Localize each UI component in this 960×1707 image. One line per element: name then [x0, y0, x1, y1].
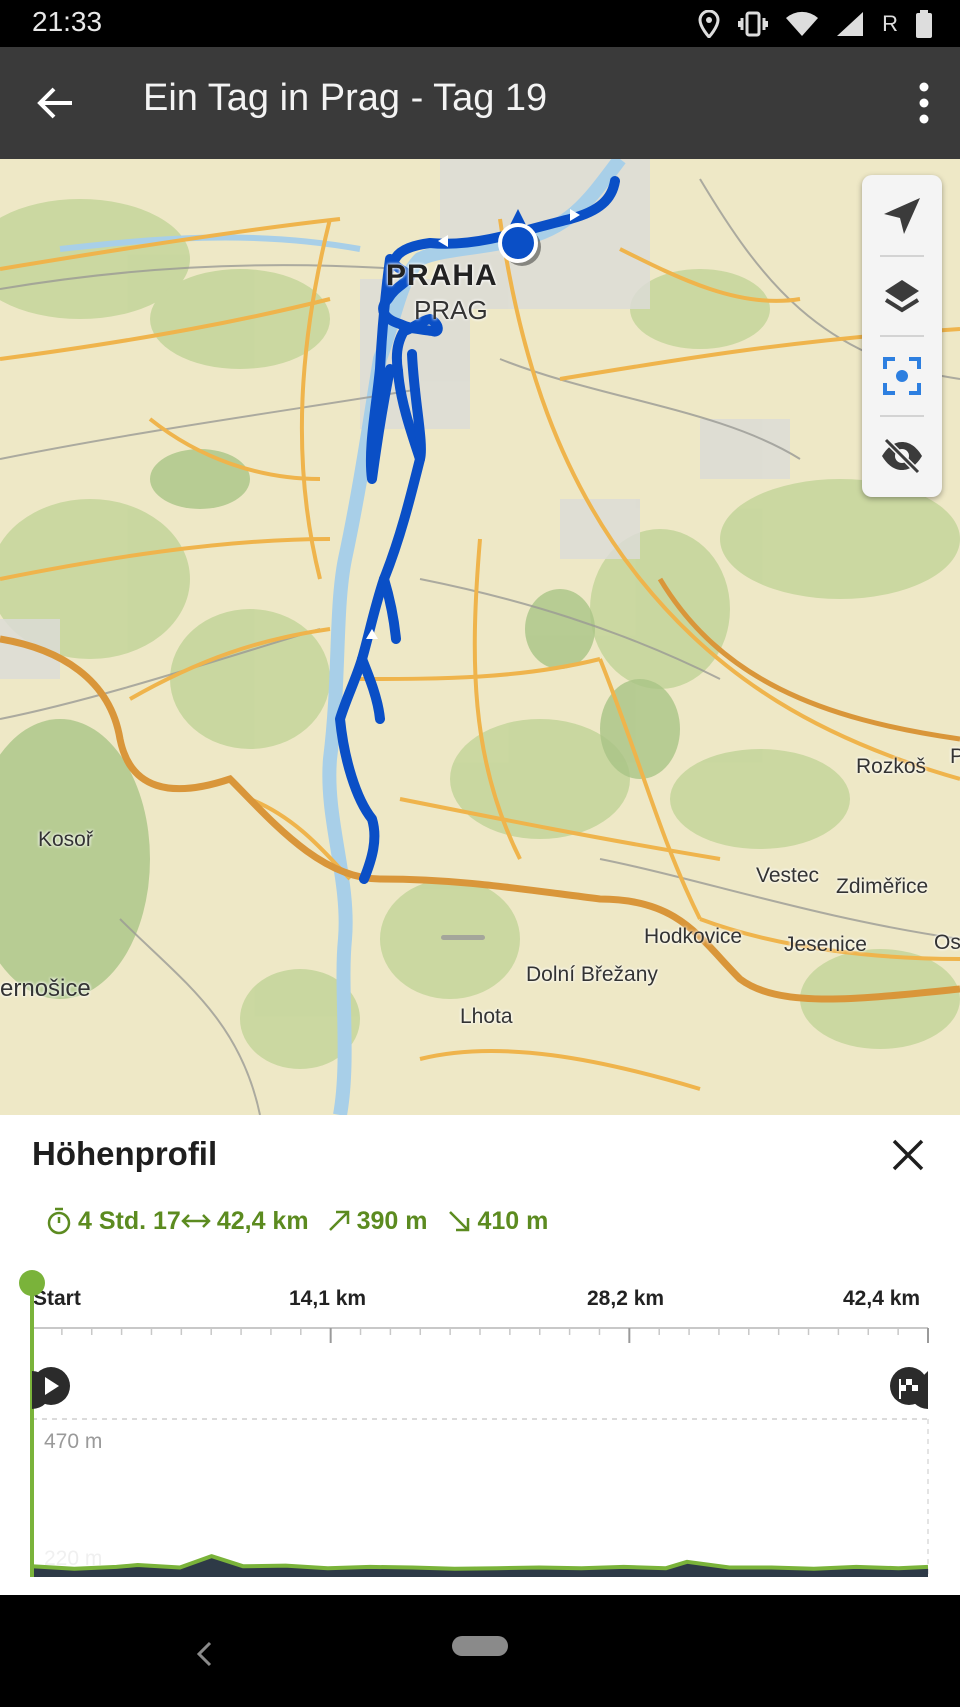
more-vertical-icon[interactable] — [914, 81, 934, 125]
map-controls — [862, 175, 942, 497]
map-label-vestec: Vestec — [756, 864, 820, 887]
app-bar: Ein Tag in Prag - Tag 19 — [0, 47, 960, 159]
layers-icon — [884, 280, 920, 313]
focus-route-button[interactable] — [862, 336, 942, 416]
focus-route-icon — [883, 357, 921, 395]
tour-stats: 4 Std. 17 42,4 km 390 m 410 m — [46, 1201, 548, 1241]
ascent-arrow-icon — [328, 1210, 349, 1231]
map-label-jesenice: Jesenice — [784, 933, 867, 956]
wifi-icon — [786, 11, 819, 36]
status-time: 21:33 — [32, 6, 103, 37]
status-icons: R — [698, 8, 932, 40]
location-icon — [698, 10, 720, 38]
map-label-zdimerice: Zdiměřice — [836, 875, 929, 898]
map-label-prag: PRAG — [414, 295, 488, 325]
distance-value: 42,4 km — [216, 1206, 309, 1235]
y-min-label: 220 m — [44, 1547, 103, 1570]
x-axis-ticks — [31, 1328, 929, 1343]
elevation-panel: Höhenprofil 4 Std. 17 42,4 km 390 m 410 … — [0, 1115, 960, 1595]
descent-stat: 410 m — [447, 1207, 548, 1236]
y-max-label: 470 m — [44, 1430, 103, 1453]
hide-button[interactable] — [862, 416, 942, 496]
map-label-dolni-brezany: Dolní Břežany — [526, 963, 658, 986]
layers-button[interactable] — [862, 256, 942, 336]
map-view[interactable]: PRAHA PRAG Rozkoš P Kosoř Vestec Zdiměři… — [0, 159, 960, 1115]
duration-value: 4 Std. 17 — [78, 1206, 181, 1235]
map-label-rozkos: Rozkoš — [856, 755, 927, 778]
status-bar: 21:33 R — [0, 0, 960, 47]
map-label-hodkovice: Hodkovice — [644, 925, 743, 948]
cell-signal-icon — [837, 12, 864, 36]
page-title: Ein Tag in Prag - Tag 19 — [143, 77, 548, 119]
map-label-cernosice: ernošice — [0, 975, 91, 1002]
elevation-line — [31, 1554, 929, 1571]
descent-value: 410 m — [477, 1206, 549, 1235]
system-nav-bar — [0, 1595, 960, 1707]
start-flag-icon — [32, 1367, 70, 1409]
map-label-os: Os — [934, 931, 960, 954]
vibrate-icon — [738, 11, 769, 37]
descent-arrow-icon — [449, 1211, 470, 1232]
panel-title: Höhenprofil — [32, 1135, 218, 1172]
distance-stat: 42,4 km — [181, 1207, 309, 1236]
map-label-p-edge: P — [950, 745, 960, 768]
elevation-chart[interactable]: Start 14,1 km 28,2 km 42,4 km 470 m 220 … — [0, 1255, 960, 1595]
arrow-left-icon[interactable] — [36, 83, 76, 123]
roaming-indicator: R — [882, 11, 898, 36]
map-label-praha: PRAHA — [386, 259, 498, 292]
nav-home-pill[interactable] — [452, 1636, 508, 1656]
elevation-plot — [19, 1270, 929, 1577]
horizontal-arrows-icon — [181, 1214, 211, 1228]
ascent-stat: 390 m — [327, 1206, 428, 1236]
locate-button[interactable] — [862, 176, 942, 256]
finish-flag-icon — [890, 1367, 928, 1409]
battery-icon — [916, 10, 932, 38]
nav-back-icon[interactable] — [194, 1641, 214, 1667]
duration-stat: 4 Std. 17 — [46, 1207, 181, 1236]
close-icon[interactable] — [890, 1137, 926, 1173]
navigation-arrow-icon — [884, 198, 920, 234]
map-drag-handle[interactable] — [441, 935, 485, 940]
map-label-lhota: Lhota — [460, 1005, 513, 1028]
stopwatch-icon — [47, 1207, 71, 1235]
ascent-value: 390 m — [356, 1206, 428, 1235]
map-label-kosor: Kosoř — [38, 828, 93, 851]
hide-eye-icon — [882, 437, 922, 475]
position-cursor-handle[interactable] — [19, 1270, 45, 1296]
